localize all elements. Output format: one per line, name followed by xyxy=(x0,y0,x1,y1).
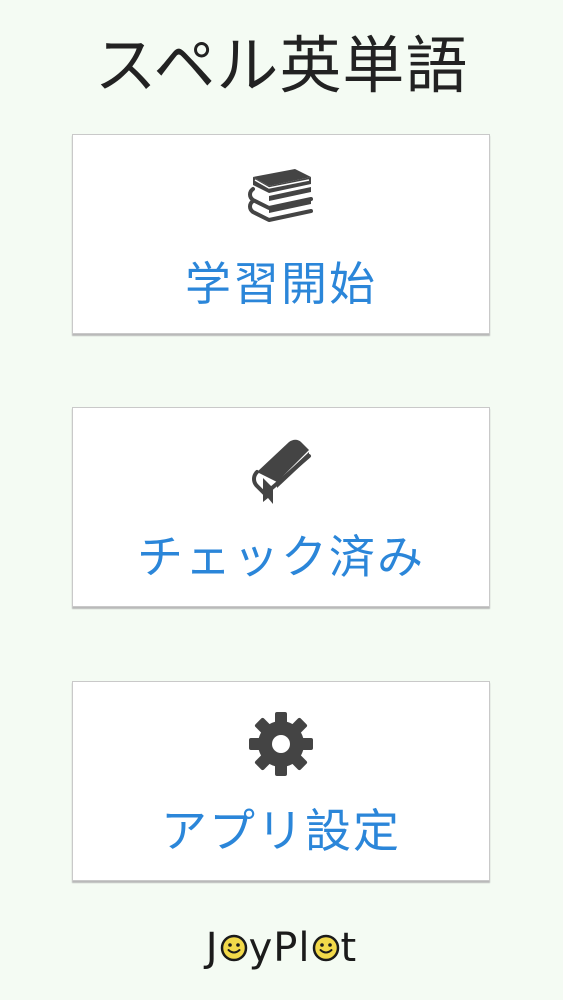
checked-words-button[interactable]: チェック済み xyxy=(72,407,490,607)
smiley-icon xyxy=(312,934,340,962)
logo-text-part-1: J xyxy=(205,925,219,971)
logo-text-part-3: t xyxy=(340,925,358,971)
gear-icon xyxy=(243,706,319,782)
app-settings-button[interactable]: アプリ設定 xyxy=(72,681,490,881)
smiley-icon xyxy=(220,934,248,962)
books-stack-icon xyxy=(243,159,319,235)
app-title: スペル英単語 xyxy=(94,29,469,102)
logo-text-part-2: yPl xyxy=(248,925,311,971)
app-settings-label: アプリ設定 xyxy=(161,804,401,858)
joyplot-logo: J yPl t xyxy=(0,918,563,978)
start-study-label: 学習開始 xyxy=(185,257,377,311)
checked-words-label: チェック済み xyxy=(137,530,425,584)
start-study-button[interactable]: 学習開始 xyxy=(72,134,490,334)
bookmarked-book-icon xyxy=(243,432,319,508)
